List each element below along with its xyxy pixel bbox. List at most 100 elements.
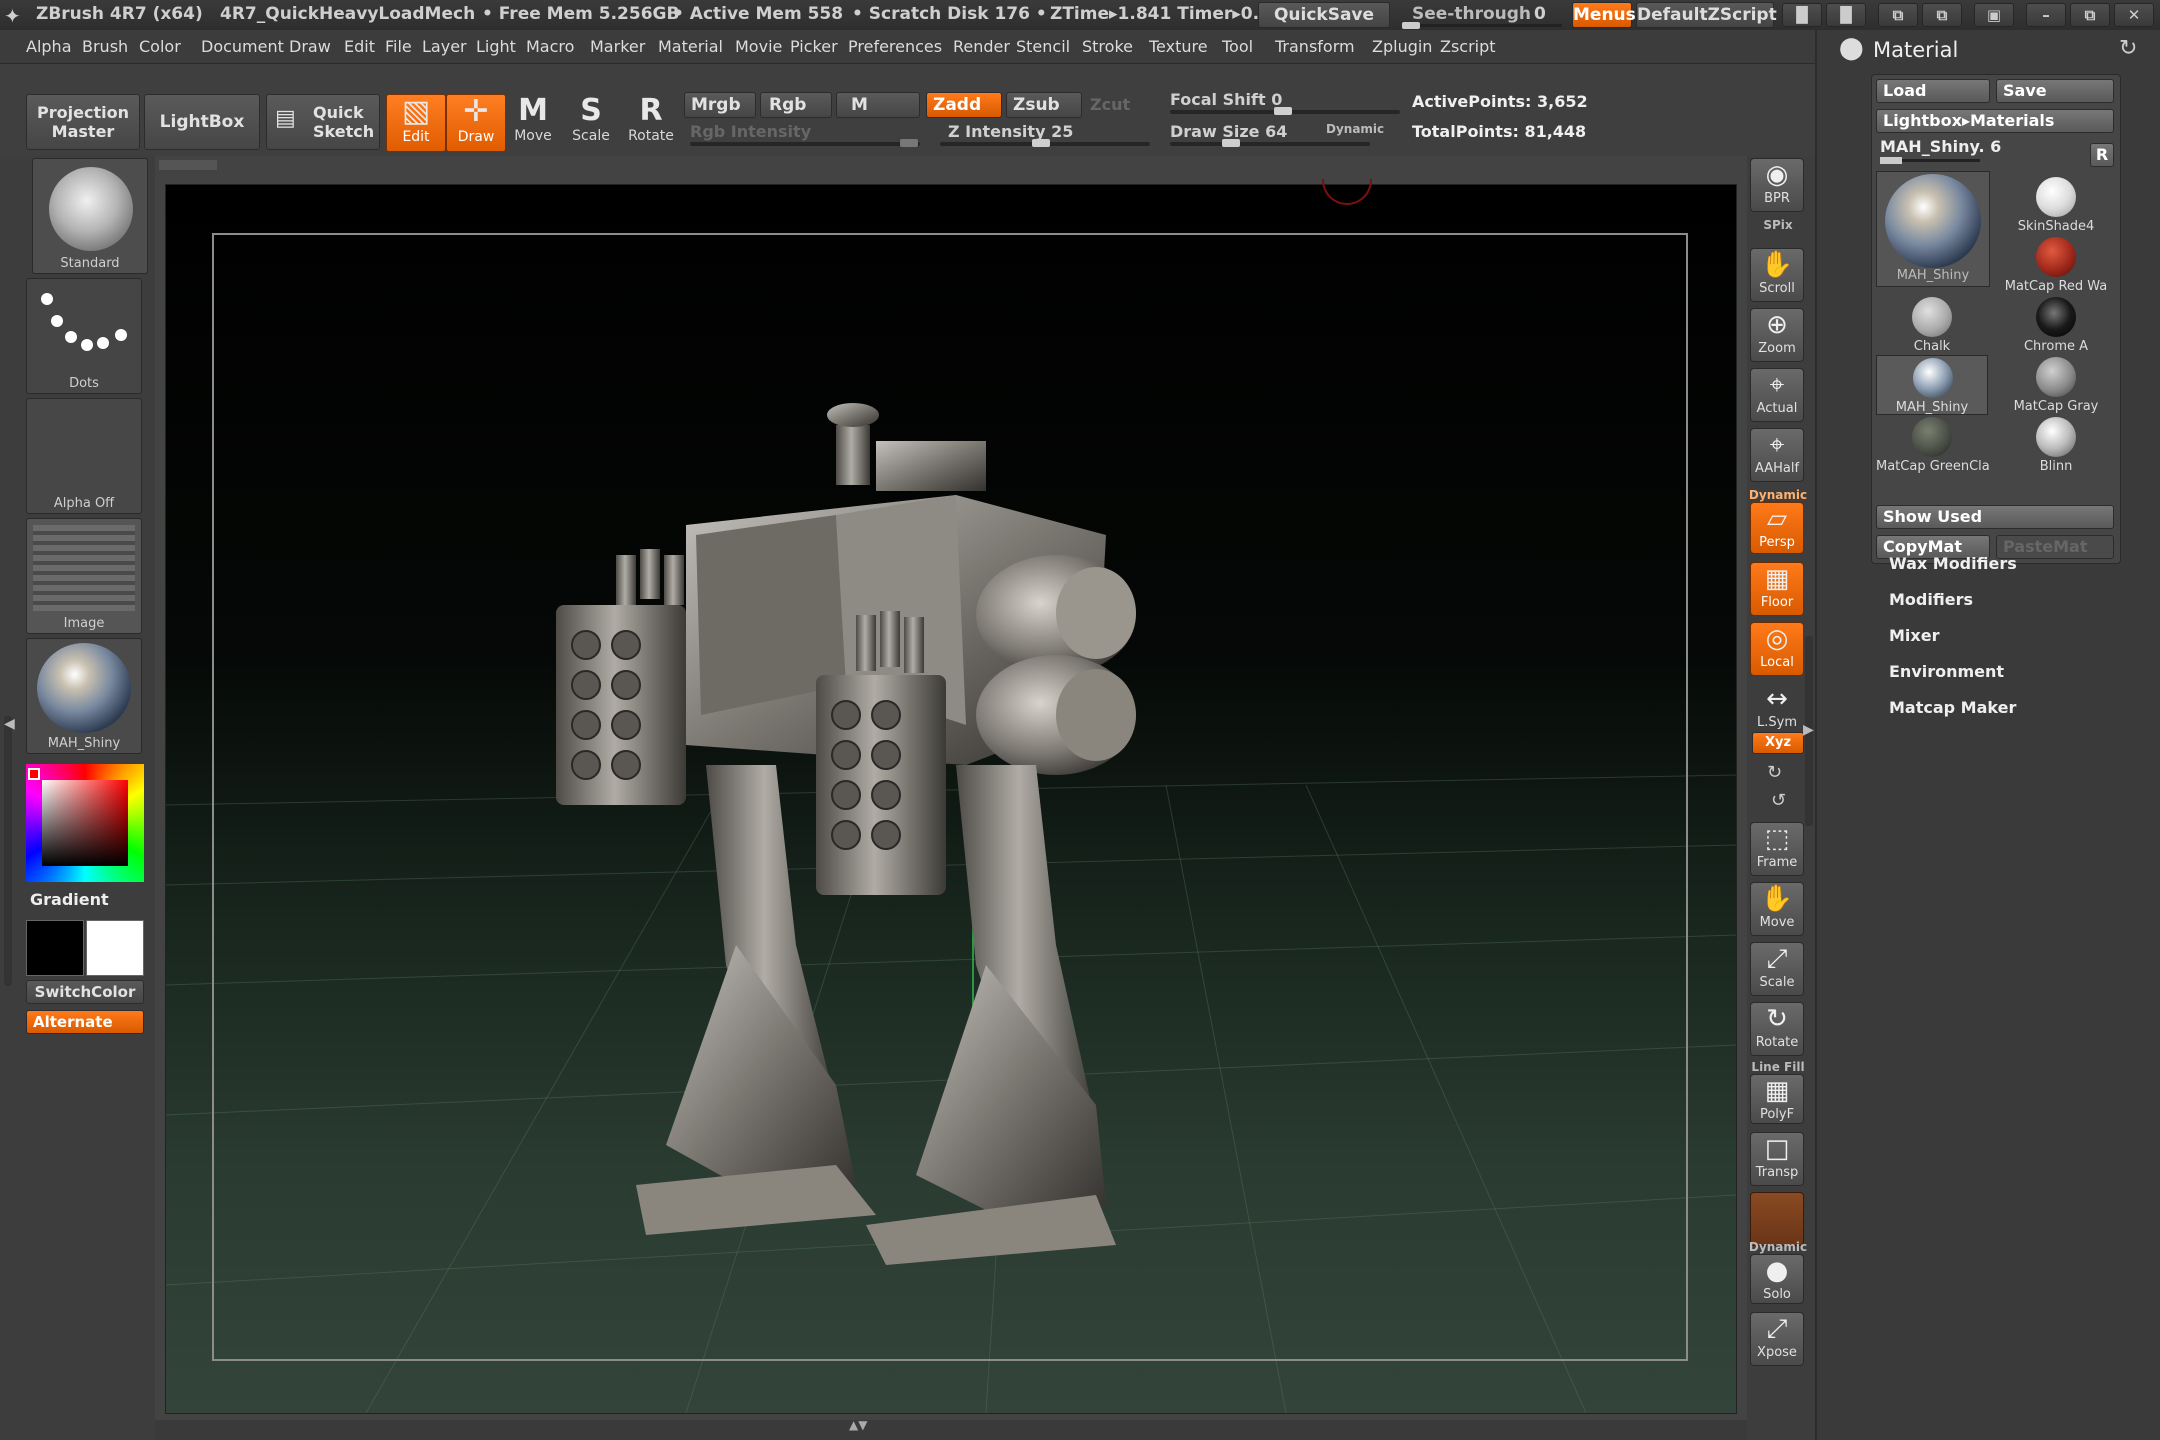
show-used-button[interactable]: Show Used xyxy=(1876,505,2114,529)
actual-button[interactable]: ⌖ Actual xyxy=(1750,368,1804,422)
lightbox-button[interactable]: LightBox xyxy=(144,94,260,150)
menu-zscript[interactable]: Zscript xyxy=(1440,37,1496,56)
layout-a-icon[interactable]: ⧉ xyxy=(1878,3,1918,27)
switchcolor-button[interactable]: SwitchColor xyxy=(26,980,144,1004)
stroke-thumbnail[interactable]: Dots xyxy=(26,278,142,394)
xpose-button[interactable]: ⤢ Xpose xyxy=(1750,1312,1804,1366)
scale-tool-button[interactable]: S Scale xyxy=(562,94,620,150)
r-button[interactable]: R xyxy=(2090,143,2114,167)
canvas-scroll-handle[interactable] xyxy=(159,160,217,170)
swatch-blinn[interactable]: Blinn xyxy=(2000,415,2112,475)
left-tray-collapse-icon[interactable]: ◀ xyxy=(4,716,15,732)
menu-material[interactable]: Material xyxy=(658,37,723,56)
menu-draw[interactable]: Draw xyxy=(289,37,331,56)
palette-reset-icon[interactable]: ↻ xyxy=(2119,36,2137,61)
menu-macro[interactable]: Macro xyxy=(526,37,574,56)
menu-brush[interactable]: Brush xyxy=(82,37,128,56)
swatch-matcap-greenclay[interactable]: MatCap GreenCla xyxy=(1876,415,1990,475)
rotate-tool-button[interactable]: R Rotate xyxy=(622,94,680,150)
zcut-button[interactable]: Zcut xyxy=(1090,95,1130,114)
quicksave-button[interactable]: QuickSave xyxy=(1258,2,1390,28)
projection-master-button[interactable]: Projection Master xyxy=(26,94,140,150)
spix-label[interactable]: SPix xyxy=(1747,218,1809,232)
document-canvas[interactable] xyxy=(165,179,1737,1414)
menu-transform[interactable]: Transform xyxy=(1275,37,1355,56)
frame-button[interactable]: ⬚ Frame xyxy=(1750,822,1804,876)
transp-button[interactable]: □ Transp xyxy=(1750,1132,1804,1186)
main-color-swatch[interactable] xyxy=(28,768,40,780)
subpalette-wax-modifiers[interactable]: Wax Modifiers xyxy=(1889,554,2017,573)
xyz-button[interactable]: Xyz xyxy=(1752,732,1804,754)
persp-dynamic-label[interactable]: Dynamic xyxy=(1747,488,1809,502)
swatch-matcap-red-wax[interactable]: MatCap Red Wa xyxy=(2000,235,2112,295)
see-through-slider[interactable] xyxy=(1402,22,1562,29)
z-intensity-slider[interactable] xyxy=(940,139,1150,147)
alternate-button[interactable]: Alternate xyxy=(26,1010,144,1034)
edit-tool-button[interactable]: ▧ Edit xyxy=(386,94,446,152)
draw-tool-button[interactable]: ✛ Draw xyxy=(446,94,506,152)
restore-icon[interactable]: ⧉ xyxy=(2070,3,2110,27)
lsym-button[interactable]: ↔ L.Sym xyxy=(1750,682,1804,736)
move-view-button[interactable]: ✋ Move xyxy=(1750,882,1804,936)
m-button[interactable]: M xyxy=(836,92,920,118)
material-slider[interactable] xyxy=(1880,157,1980,164)
local-button[interactable]: ◎ Local xyxy=(1750,622,1804,676)
alpha-thumbnail[interactable]: Alpha Off xyxy=(26,398,142,514)
menu-document[interactable]: Document xyxy=(201,37,284,56)
menu-stencil[interactable]: Stencil xyxy=(1016,37,1070,56)
lightbox-materials-button[interactable]: Lightbox▸Materials xyxy=(1876,109,2114,133)
bpr-button[interactable]: ◉ BPR xyxy=(1750,158,1804,212)
aahalf-button[interactable]: ⌖ AAHalf xyxy=(1750,428,1804,482)
big-material-swatch[interactable]: MAH_Shiny xyxy=(1876,171,1990,287)
menu-alpha[interactable]: Alpha xyxy=(26,37,72,56)
line-fill-label[interactable]: Line Fill xyxy=(1747,1060,1809,1074)
brush-thumbnail[interactable]: Standard xyxy=(32,158,148,274)
menus-button[interactable]: Menus xyxy=(1572,2,1636,28)
zadd-button[interactable]: Zadd xyxy=(926,92,1002,118)
menu-edit[interactable]: Edit xyxy=(344,37,375,56)
material-palette-title[interactable]: Material xyxy=(1873,38,1958,62)
menu-marker[interactable]: Marker xyxy=(590,37,645,56)
scroll-button[interactable]: ✋ Scroll xyxy=(1750,248,1804,302)
rotate-view-button[interactable]: ↻ Rotate xyxy=(1750,1002,1804,1056)
draw-size-slider[interactable] xyxy=(1170,139,1370,147)
subpalette-mixer[interactable]: Mixer xyxy=(1889,626,1939,645)
menu-picker[interactable]: Picker xyxy=(790,37,838,56)
menu-light[interactable]: Light xyxy=(476,37,516,56)
minimize-icon[interactable]: – xyxy=(2026,3,2066,27)
close-icon[interactable]: ✕ xyxy=(2114,3,2154,27)
menu-movie[interactable]: Movie xyxy=(735,37,782,56)
swatch-mah-shiny[interactable]: MAH_Shiny xyxy=(1876,355,1988,415)
zsub-button[interactable]: Zsub xyxy=(1006,92,1082,118)
save-button[interactable]: Save xyxy=(1996,79,2114,103)
zbrush-logo-icon[interactable]: ✦ xyxy=(4,4,21,28)
scroll-left-icon[interactable]: ▐▌ xyxy=(1782,3,1822,27)
swatch-chalk[interactable]: Chalk xyxy=(1876,295,1988,355)
menu-stroke[interactable]: Stroke xyxy=(1082,37,1133,56)
mrgb-button[interactable]: Mrgb xyxy=(684,92,756,118)
persp-button[interactable]: ▱ Persp xyxy=(1750,502,1804,554)
menu-render[interactable]: Render xyxy=(953,37,1010,56)
floor-button[interactable]: ▦ Floor xyxy=(1750,562,1804,616)
menu-texture[interactable]: Texture xyxy=(1149,37,1208,56)
polyf-button[interactable]: ▦ PolyF xyxy=(1750,1074,1804,1124)
swatch-matcap-gray[interactable]: MatCap Gray xyxy=(2000,355,2112,415)
texture-thumbnail[interactable]: Image xyxy=(26,518,142,634)
rgb-button[interactable]: Rgb xyxy=(760,92,832,118)
load-button[interactable]: Load xyxy=(1876,79,1990,103)
primary-color-white[interactable] xyxy=(86,920,144,976)
menu-file[interactable]: File xyxy=(385,37,412,56)
dynamic-toggle[interactable]: Dynamic xyxy=(1326,122,1384,136)
rotate-y-icon[interactable]: ↻ xyxy=(1767,762,1782,783)
scroll-right-icon[interactable]: ▐▌ xyxy=(1826,3,1866,27)
layout-b-icon[interactable]: ⧉ xyxy=(1922,3,1962,27)
material-thumbnail[interactable]: MAH_Shiny xyxy=(26,638,142,754)
menu-tool[interactable]: Tool xyxy=(1222,37,1253,56)
gradient-label[interactable]: Gradient xyxy=(30,890,109,909)
subpalette-modifiers[interactable]: Modifiers xyxy=(1889,590,1973,609)
subpalette-matcap-maker[interactable]: Matcap Maker xyxy=(1889,698,2016,717)
quick-sketch-button[interactable]: ▤ Quick Sketch xyxy=(266,94,380,150)
menu-zplugin[interactable]: Zplugin xyxy=(1372,37,1432,56)
lock-icon[interactable]: ▣ xyxy=(1974,3,2014,27)
menu-color[interactable]: Color xyxy=(139,37,181,56)
